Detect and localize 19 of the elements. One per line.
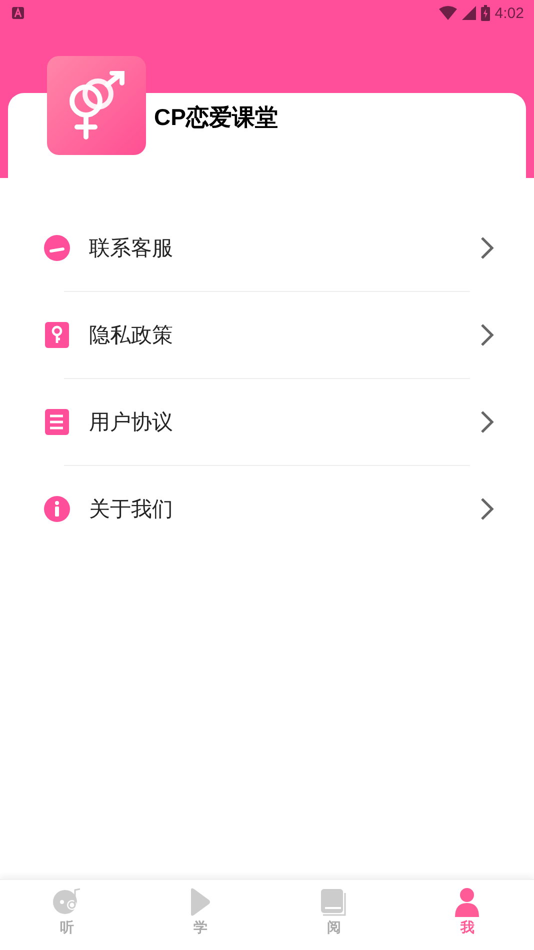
signal-icon — [462, 6, 476, 20]
book-icon — [318, 887, 349, 917]
wifi-icon — [438, 6, 457, 20]
chevron-right-icon — [480, 236, 494, 260]
music-disc-icon — [52, 887, 82, 917]
app-name: CP恋爱课堂 — [154, 103, 278, 132]
key-icon — [44, 322, 70, 348]
status-time: 4:02 — [494, 4, 524, 22]
menu-item[interactable]: 关于我们 — [0, 466, 534, 552]
menu-item[interactable]: 用户协议 — [0, 379, 534, 465]
document-icon — [44, 409, 70, 435]
battery-icon — [480, 5, 490, 21]
chevron-right-icon — [480, 410, 494, 434]
chevron-right-icon — [480, 497, 494, 521]
chevron-right-icon — [480, 323, 494, 347]
info-icon — [44, 496, 70, 522]
notification-icon — [12, 7, 24, 19]
menu-item[interactable]: 联系客服 — [0, 205, 534, 291]
menu-item[interactable]: 隐私政策 — [0, 292, 534, 378]
